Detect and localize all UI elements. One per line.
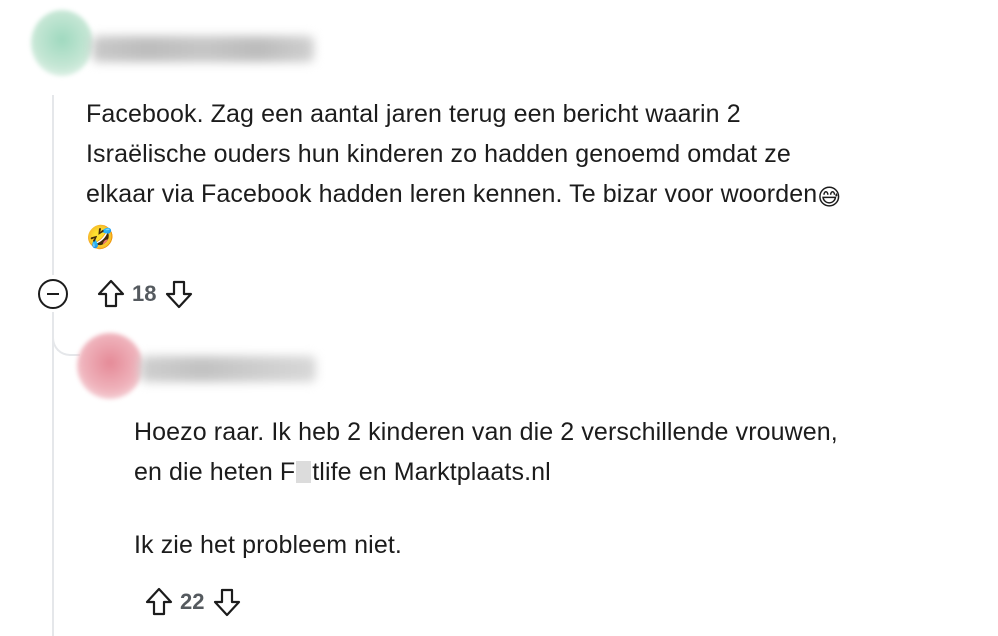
comment-line: elkaar via Facebook hadden leren kennen.… [86, 174, 966, 214]
thread-line[interactable] [52, 95, 54, 275]
avatar[interactable] [31, 10, 93, 76]
censor-block [296, 461, 312, 483]
rofl-emoji: 🤣 [86, 224, 115, 250]
vote-count: 22 [180, 589, 205, 614]
comment-line-text: elkaar via Facebook hadden leren kennen.… [86, 180, 818, 208]
comment-line-text: tlife en Marktplaats.nl [312, 458, 551, 486]
comment-text: Hoezo raar. Ik heb 2 kinderen van die 2 … [134, 412, 974, 565]
sweat-smile-emoji: 😅 [817, 184, 842, 210]
comment-line: en die heten F tlife en Marktplaats.nl [134, 452, 974, 492]
comment-actions: 22 [142, 585, 244, 619]
username-redacted[interactable] [92, 36, 314, 62]
avatar[interactable] [77, 333, 143, 399]
upvote-arrow-icon[interactable] [94, 277, 128, 311]
thread-line[interactable] [52, 312, 54, 636]
comment-line: Facebook. Zag een aantal jaren terug een… [86, 100, 741, 128]
comment-line: Ik zie het probleem niet. [134, 531, 402, 559]
username-redacted[interactable] [140, 356, 316, 382]
comment-line: Hoezo raar. Ik heb 2 kinderen van die 2 … [134, 418, 838, 446]
reply-thread-connector [52, 318, 80, 356]
vote-count: 18 [132, 281, 157, 306]
comment-line-text: en die heten F [134, 458, 296, 486]
downvote-arrow-icon[interactable] [210, 585, 244, 619]
upvote-arrow-icon[interactable] [142, 585, 176, 619]
collapse-icon[interactable] [38, 279, 68, 309]
comment-line: 🤣 [86, 214, 966, 254]
downvote-arrow-icon[interactable] [162, 277, 196, 311]
comment-line: Israëlische ouders hun kinderen zo hadde… [86, 140, 791, 168]
comment-actions: 18 [38, 277, 196, 311]
comment-text: Facebook. Zag een aantal jaren terug een… [86, 94, 966, 254]
